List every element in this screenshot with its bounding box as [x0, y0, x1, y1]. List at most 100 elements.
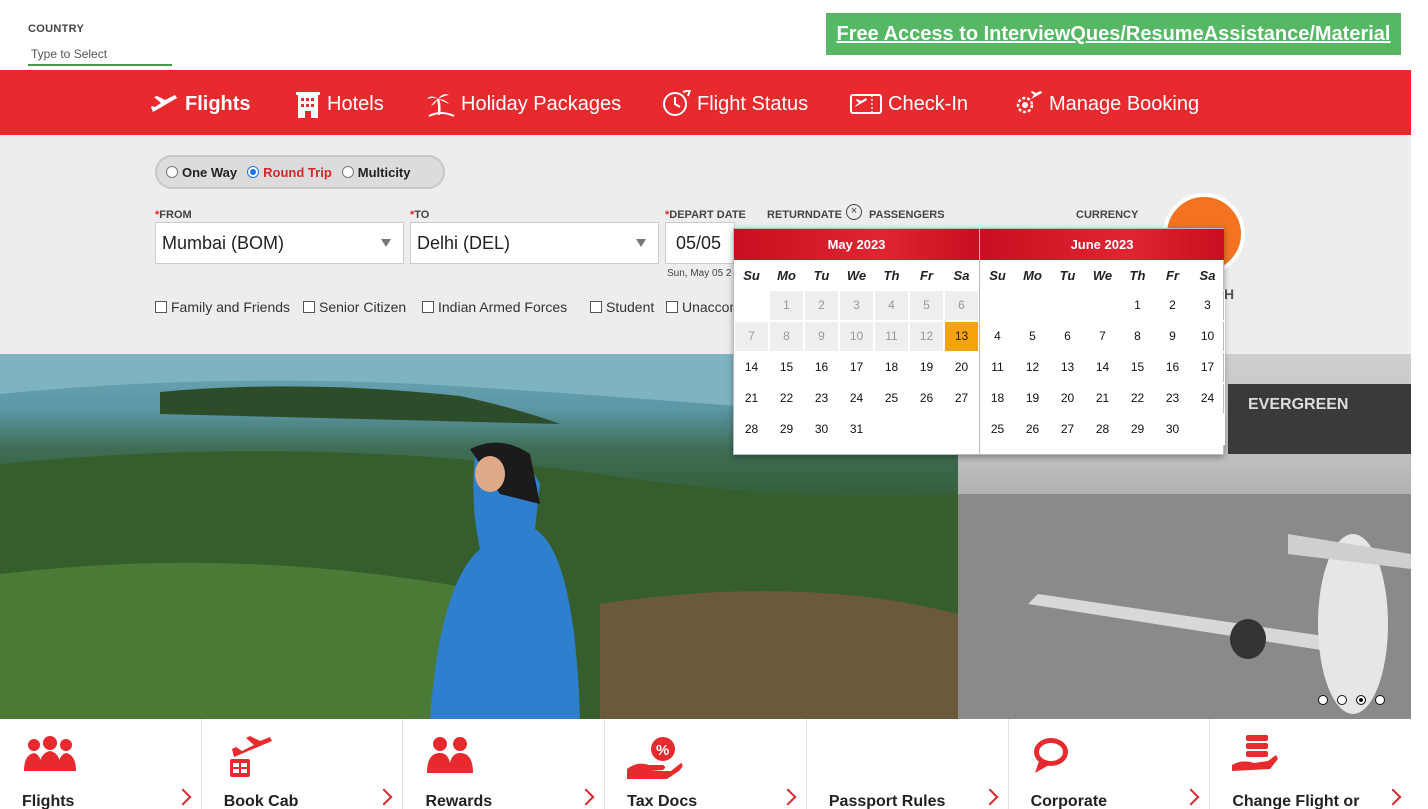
- carousel-dot[interactable]: [1318, 695, 1328, 705]
- calendar-day[interactable]: 17: [839, 352, 874, 383]
- nav-flight-status[interactable]: Flight Status: [661, 88, 808, 120]
- calendar-day[interactable]: 29: [1120, 414, 1155, 445]
- chevron-right-icon: [1384, 788, 1402, 806]
- calendar-day[interactable]: 3: [1190, 290, 1225, 321]
- calendar-day[interactable]: 9: [1155, 321, 1190, 352]
- calendar-day: 3: [839, 290, 874, 321]
- calendar-day[interactable]: 27: [944, 383, 979, 414]
- calendar-day[interactable]: 11: [980, 352, 1015, 383]
- radio-dot: [166, 166, 178, 178]
- checkbox[interactable]: [590, 301, 602, 313]
- calendar-day[interactable]: 31: [839, 414, 874, 445]
- gear-plane-icon: [1016, 91, 1042, 114]
- calendar-day[interactable]: 19: [1015, 383, 1050, 414]
- concession-senior[interactable]: Senior Citizen: [303, 299, 406, 315]
- nav-flights[interactable]: Flights: [151, 88, 251, 120]
- calendar-empty-cell: [1085, 290, 1120, 321]
- card-rewards[interactable]: Rewards: [403, 719, 606, 809]
- nav-check-in[interactable]: Check-In: [850, 88, 968, 120]
- weekday-label: Sa: [953, 267, 970, 283]
- calendar-day[interactable]: 23: [804, 383, 839, 414]
- return-label: RETURNDATE: [767, 209, 842, 221]
- calendar-day[interactable]: 22: [769, 383, 804, 414]
- close-icon[interactable]: ×: [846, 204, 862, 220]
- card-corporate[interactable]: Corporate: [1009, 719, 1211, 809]
- calendar-day[interactable]: 18: [874, 352, 909, 383]
- carousel-dot-active[interactable]: [1356, 695, 1366, 705]
- checkbox[interactable]: [155, 301, 167, 313]
- card-book-cab[interactable]: Book Cab: [202, 719, 404, 809]
- concession-student[interactable]: Student: [590, 299, 654, 315]
- checkbox[interactable]: [422, 301, 434, 313]
- calendar-day[interactable]: 15: [769, 352, 804, 383]
- calendar-day[interactable]: 7: [1085, 321, 1120, 352]
- calendar-day[interactable]: 28: [734, 414, 769, 445]
- date-picker: May 2023 Su Mo Tu We Th Fr Sa 1234567891…: [733, 228, 1225, 455]
- calendar-day[interactable]: 23: [1155, 383, 1190, 414]
- carousel-dot[interactable]: [1337, 695, 1347, 705]
- calendar-day[interactable]: 29: [769, 414, 804, 445]
- palm-tree-icon: [427, 94, 455, 117]
- weekday-label: Tu: [813, 267, 830, 283]
- calendar-day[interactable]: 14: [1085, 352, 1120, 383]
- calendar-day[interactable]: 16: [804, 352, 839, 383]
- calendar-day[interactable]: 5: [1015, 321, 1050, 352]
- calendar-day[interactable]: 26: [909, 383, 944, 414]
- promo-banner[interactable]: Free Access to InterviewQues/ResumeAssis…: [826, 13, 1401, 55]
- calendar-day[interactable]: 21: [734, 383, 769, 414]
- calendar-day[interactable]: 1: [1120, 290, 1155, 321]
- radio-multicity[interactable]: Multicity: [341, 165, 411, 180]
- page-root: COUNTRY Free Access to InterviewQues/Res…: [0, 0, 1428, 809]
- calendar-day-selected[interactable]: 13: [944, 321, 979, 352]
- calendar-day[interactable]: 15: [1120, 352, 1155, 383]
- calendar-day[interactable]: 2: [1155, 290, 1190, 321]
- nav-holiday-packages[interactable]: Holiday Packages: [427, 88, 621, 120]
- concession-armed-forces[interactable]: Indian Armed Forces: [422, 299, 567, 315]
- calendar-day[interactable]: 30: [1155, 414, 1190, 445]
- calendar-day: 4: [874, 290, 909, 321]
- calendar-day[interactable]: 27: [1050, 414, 1085, 445]
- calendar-day[interactable]: 24: [839, 383, 874, 414]
- calendar-day[interactable]: 22: [1120, 383, 1155, 414]
- to-select[interactable]: Delhi (DEL): [410, 222, 659, 264]
- calendar-day[interactable]: 25: [980, 414, 1015, 445]
- carousel-dot[interactable]: [1375, 695, 1385, 705]
- calendar-day[interactable]: 24: [1190, 383, 1225, 414]
- nav-manage-booking[interactable]: Manage Booking: [1013, 88, 1199, 120]
- checkbox[interactable]: [303, 301, 315, 313]
- calendar-day[interactable]: 16: [1155, 352, 1190, 383]
- nav-hotels[interactable]: Hotels: [295, 88, 384, 120]
- calendar-day[interactable]: 17: [1190, 352, 1225, 383]
- card-change-flight[interactable]: Change Flight or: [1210, 719, 1411, 809]
- weekday-label: Su: [989, 267, 1006, 283]
- rewards-people-icon: [427, 737, 474, 773]
- radio-round-trip[interactable]: Round Trip: [247, 165, 332, 180]
- checkbox[interactable]: [666, 301, 678, 313]
- calendar-day[interactable]: 26: [1015, 414, 1050, 445]
- country-input[interactable]: [28, 44, 172, 66]
- calendar-day[interactable]: 28: [1085, 414, 1120, 445]
- depart-date-input[interactable]: 05/05: [665, 222, 735, 264]
- card-flights[interactable]: Flights: [0, 719, 202, 809]
- calendar-day[interactable]: 13: [1050, 352, 1085, 383]
- calendar-day[interactable]: 14: [734, 352, 769, 383]
- calendar-day[interactable]: 19: [909, 352, 944, 383]
- calendar-day[interactable]: 21: [1085, 383, 1120, 414]
- calendar-day[interactable]: 6: [1050, 321, 1085, 352]
- promo-link[interactable]: Free Access to InterviewQues/ResumeAssis…: [837, 23, 1391, 46]
- concession-family[interactable]: Family and Friends: [155, 299, 290, 315]
- concession-unaccompanied[interactable]: Unaccom: [666, 299, 741, 315]
- radio-one-way[interactable]: One Way: [166, 165, 237, 180]
- from-select[interactable]: Mumbai (BOM): [155, 222, 404, 264]
- card-passport-rules[interactable]: Passport Rules: [807, 719, 1009, 809]
- calendar-day[interactable]: 18: [980, 383, 1015, 414]
- calendar-day[interactable]: 12: [1015, 352, 1050, 383]
- calendar-day[interactable]: 20: [944, 352, 979, 383]
- card-tax-docs[interactable]: % Tax Docs: [605, 719, 807, 809]
- calendar-day[interactable]: 4: [980, 321, 1015, 352]
- calendar-day[interactable]: 25: [874, 383, 909, 414]
- calendar-day[interactable]: 20: [1050, 383, 1085, 414]
- calendar-day[interactable]: 30: [804, 414, 839, 445]
- calendar-day[interactable]: 8: [1120, 321, 1155, 352]
- calendar-day[interactable]: 10: [1190, 321, 1225, 352]
